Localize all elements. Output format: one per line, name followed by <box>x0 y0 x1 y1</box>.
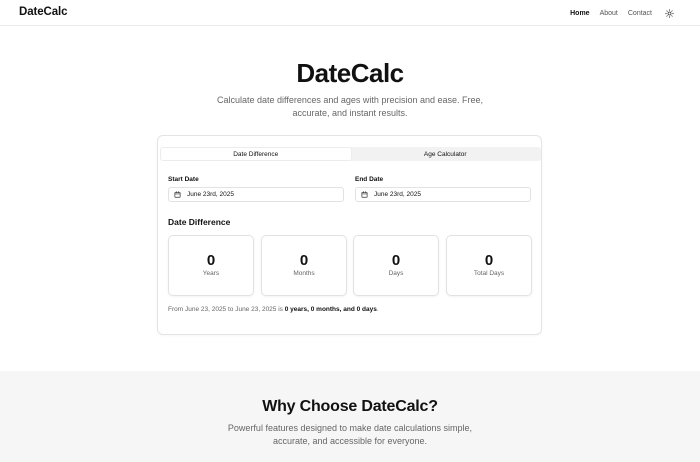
features-title: Why Choose DateCalc? <box>262 398 438 415</box>
brand-logo[interactable]: DateCalc <box>19 6 68 18</box>
hero-subtitle: Calculate date differences and ages with… <box>217 95 483 118</box>
main-nav: Home About Contact <box>570 8 674 18</box>
stat-days: 0 Days <box>353 235 439 296</box>
stat-total-days: 0 Total Days <box>446 235 532 296</box>
features-subtitle: Powerful features designed to make date … <box>227 423 473 446</box>
tab-date-difference[interactable]: Date Difference <box>161 148 351 160</box>
sun-icon[interactable] <box>664 8 674 18</box>
summary-suffix: . <box>376 306 379 313</box>
summary-result: 0 years, 0 months, and 0 days <box>284 306 377 313</box>
stat-years: 0 Years <box>168 235 254 296</box>
stat-value: 0 <box>391 252 401 269</box>
calendar-icon <box>361 191 368 198</box>
result-title: Date Difference <box>168 217 231 227</box>
site-header: DateCalc Home About Contact <box>0 0 700 26</box>
stat-months: 0 Months <box>261 235 347 296</box>
start-date-value: June 23rd, 2025 <box>187 191 234 198</box>
start-date-picker[interactable]: June 23rd, 2025 <box>168 187 344 202</box>
stat-label: Months <box>293 270 315 277</box>
stat-value: 0 <box>206 252 216 269</box>
calendar-icon <box>174 191 181 198</box>
start-date-label: Start Date <box>168 176 199 183</box>
nav-contact-link[interactable]: Contact <box>628 10 652 17</box>
result-summary: From June 23, 2025 to June 23, 2025 is 0… <box>168 306 379 313</box>
end-date-label: End Date <box>355 176 384 183</box>
hero-title: DateCalc <box>296 58 404 88</box>
stat-label: Total Days <box>473 270 505 277</box>
features-section: Why Choose DateCalc? Powerful features d… <box>0 371 700 462</box>
stat-value: 0 <box>299 252 309 269</box>
tab-age-calculator[interactable]: Age Calculator <box>351 148 541 160</box>
nav-home-link[interactable]: Home <box>570 10 589 17</box>
stat-label: Years <box>202 270 220 277</box>
calculator-tabs: Date Difference Age Calculator <box>160 147 541 161</box>
stat-label: Days <box>388 270 404 277</box>
calculator-card: Date Difference Age Calculator Start Dat… <box>157 135 542 335</box>
nav-about-link[interactable]: About <box>600 10 618 17</box>
stat-value: 0 <box>484 252 494 269</box>
end-date-value: June 23rd, 2025 <box>374 191 421 198</box>
end-date-picker[interactable]: June 23rd, 2025 <box>355 187 531 202</box>
summary-prefix: From June 23, 2025 to June 23, 2025 is <box>168 306 285 313</box>
